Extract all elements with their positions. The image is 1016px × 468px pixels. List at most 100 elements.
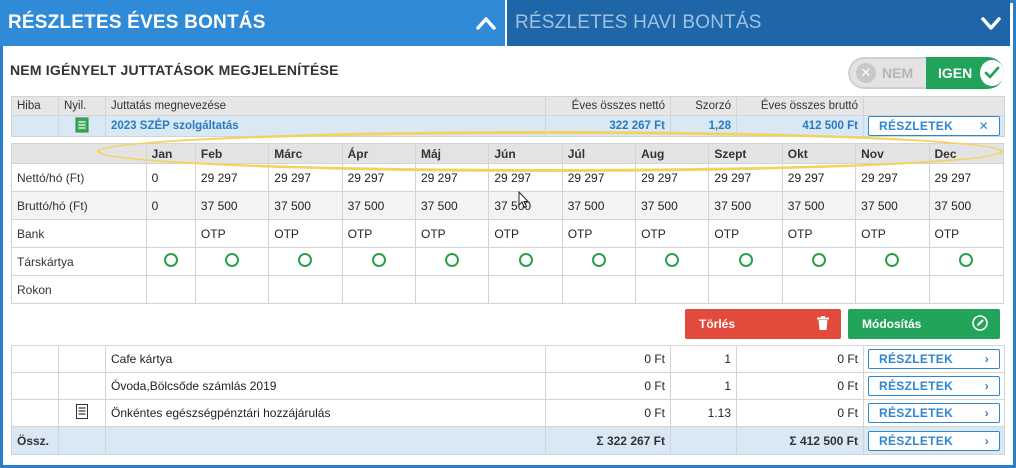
other-benefits-table: Cafe kártya 0 Ft 1 0 Ft RÉSZLETEK › Óvod… bbox=[11, 345, 1005, 455]
benefit-name: Önkéntes egészségpénztári hozzájárulás bbox=[105, 399, 546, 427]
gross-cell: 37 500 bbox=[928, 191, 1004, 220]
benefit-net: 322 267 Ft bbox=[545, 115, 671, 137]
gross-cell: 37 500 bbox=[635, 191, 710, 220]
document-icon[interactable] bbox=[75, 117, 89, 136]
card-radio-icon[interactable] bbox=[298, 253, 313, 267]
show-unclaimed-toggle[interactable]: ✕ NEM IGEN bbox=[848, 57, 1004, 89]
bank-row-label: Bank bbox=[11, 219, 147, 248]
card-radio-icon[interactable] bbox=[518, 253, 533, 267]
gross-cell: 0 bbox=[145, 191, 196, 220]
table-row[interactable]: Cafe kártya 0 Ft 1 0 Ft RÉSZLETEK › bbox=[11, 345, 1005, 373]
table-row-selected[interactable]: 2023 SZÉP szolgáltatás 322 267 Ft 1,28 4… bbox=[11, 115, 1005, 137]
benefit-multiplier: 1 bbox=[670, 372, 737, 400]
card-radio-icon[interactable] bbox=[885, 253, 900, 267]
bank-cell: OTP bbox=[414, 219, 490, 248]
bank-cell: OTP bbox=[855, 219, 930, 248]
gross-cell: 37 500 bbox=[708, 191, 783, 220]
tab-yearly[interactable]: RÉSZLETES ÉVES BONTÁS bbox=[0, 0, 505, 46]
details-button[interactable]: RÉSZLETEK › bbox=[868, 349, 1000, 369]
card-cell[interactable] bbox=[928, 247, 1004, 276]
card-cell[interactable] bbox=[145, 247, 196, 276]
gross-cell: 37 500 bbox=[855, 191, 930, 220]
card-cell[interactable] bbox=[488, 247, 563, 276]
tab-monthly[interactable]: RÉSZLETES HAVI BONTÁS bbox=[505, 0, 1010, 46]
card-cell[interactable] bbox=[414, 247, 490, 276]
cell-error bbox=[11, 115, 59, 137]
details-button[interactable]: RÉSZLETEK › bbox=[868, 376, 1000, 396]
cell-actions: RÉSZLETEK › bbox=[863, 399, 1005, 427]
benefit-multiplier: 1 bbox=[670, 345, 737, 373]
card-radio-icon[interactable] bbox=[811, 253, 826, 267]
bank-cell: OTP bbox=[268, 219, 343, 248]
toggle-no-option[interactable]: ✕ NEM bbox=[848, 57, 926, 89]
net-cell: 29 297 bbox=[708, 163, 783, 192]
delete-button[interactable]: Törlés bbox=[685, 309, 841, 339]
benefit-gross: 0 Ft bbox=[736, 372, 864, 400]
month-header: Júl bbox=[561, 143, 637, 164]
card-cell[interactable] bbox=[194, 247, 270, 276]
cell-error bbox=[11, 345, 59, 373]
relative-cell bbox=[708, 275, 783, 304]
close-icon: ✕ bbox=[856, 63, 876, 83]
chevron-up-icon[interactable] bbox=[475, 12, 497, 34]
table-row[interactable]: Önkéntes egészségpénztári hozzájárulás 0… bbox=[11, 399, 1005, 427]
col-header-gross: Éves összes bruttó bbox=[736, 96, 864, 116]
sum-blank bbox=[105, 426, 546, 455]
cell-error bbox=[11, 372, 59, 400]
section-title: NEM IGÉNYELT JUTTATÁSOK MEGJELENÍTÉSE bbox=[10, 62, 339, 78]
card-radio-icon[interactable] bbox=[738, 253, 753, 267]
toggle-yes-option[interactable]: IGEN bbox=[926, 57, 1004, 89]
gross-cell: 37 500 bbox=[194, 191, 270, 220]
cell-actions: RÉSZLETEK › bbox=[863, 345, 1005, 373]
relative-cell bbox=[635, 275, 710, 304]
close-icon: ✕ bbox=[978, 119, 989, 133]
bank-cell: OTP bbox=[928, 219, 1004, 248]
card-cell[interactable] bbox=[708, 247, 783, 276]
card-radio-icon[interactable] bbox=[959, 253, 974, 267]
details-button[interactable]: RÉSZLETEK › bbox=[868, 430, 1000, 451]
month-header: Jún bbox=[488, 143, 563, 164]
chevron-right-icon: › bbox=[984, 379, 989, 393]
card-radio-icon[interactable] bbox=[445, 253, 460, 267]
card-radio-icon[interactable] bbox=[591, 253, 606, 267]
modify-button[interactable]: Módosítás bbox=[848, 309, 1000, 339]
month-header: Szept bbox=[708, 143, 783, 164]
col-header-error: Hiba bbox=[11, 96, 59, 116]
details-button-label: RÉSZLETEK bbox=[879, 433, 954, 448]
month-header: Márc bbox=[268, 143, 343, 164]
card-radio-icon[interactable] bbox=[665, 253, 680, 267]
net-cell: 29 297 bbox=[928, 163, 1004, 192]
cell-declaration bbox=[58, 372, 106, 400]
card-cell[interactable] bbox=[561, 247, 637, 276]
card-cell[interactable] bbox=[268, 247, 343, 276]
col-header-actions bbox=[863, 96, 1005, 116]
chevron-down-icon[interactable] bbox=[980, 12, 1002, 34]
card-radio-icon[interactable] bbox=[225, 253, 240, 267]
table-row[interactable]: Óvoda,Bölcsőde számlás 2019 0 Ft 1 0 Ft … bbox=[11, 372, 1005, 400]
details-button[interactable]: RÉSZLETEK › bbox=[868, 403, 1000, 423]
details-button-close[interactable]: RÉSZLETEK ✕ bbox=[868, 116, 1000, 136]
card-row-label: Társkártya bbox=[11, 247, 147, 276]
card-cell[interactable] bbox=[341, 247, 416, 276]
month-header: Jan bbox=[145, 143, 196, 164]
gross-cell: 37 500 bbox=[561, 191, 637, 220]
relative-cell bbox=[561, 275, 637, 304]
card-radio-icon[interactable] bbox=[371, 253, 386, 267]
card-radio-icon[interactable] bbox=[163, 253, 178, 267]
benefit-multiplier: 1.13 bbox=[670, 399, 737, 427]
gross-cell: 37 500 bbox=[341, 191, 416, 220]
document-icon[interactable] bbox=[76, 404, 88, 422]
net-cell: 29 297 bbox=[855, 163, 930, 192]
details-button-label: RÉSZLETEK bbox=[879, 406, 954, 420]
net-row-label: Nettó/hó (Ft) bbox=[11, 163, 147, 192]
cell-error bbox=[11, 399, 59, 427]
month-header: Dec bbox=[928, 143, 1004, 164]
sum-blank bbox=[58, 426, 106, 455]
net-cell: 29 297 bbox=[635, 163, 710, 192]
card-cell[interactable] bbox=[781, 247, 857, 276]
monthly-breakdown-table: Jan Feb Márc Ápr Máj Jún Júl Aug Szept O… bbox=[11, 143, 1004, 304]
benefit-multiplier: 1,28 bbox=[670, 115, 737, 137]
card-cell[interactable] bbox=[855, 247, 930, 276]
card-cell[interactable] bbox=[635, 247, 710, 276]
col-header-name: Juttatás megnevezése bbox=[105, 96, 546, 116]
